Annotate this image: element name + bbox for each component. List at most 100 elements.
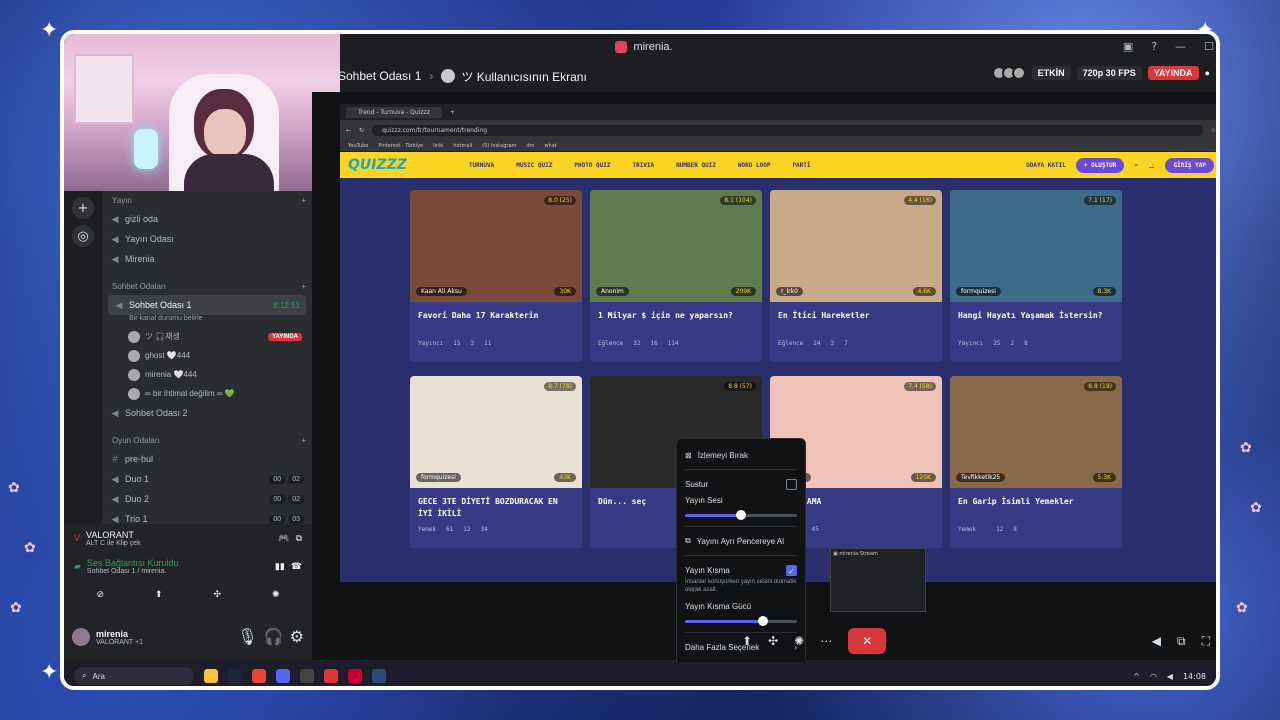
share-screen-icon[interactable]: ⬆ (155, 589, 163, 600)
taskbar-search[interactable]: ⌕ Ara (74, 667, 194, 685)
valorant-icon[interactable] (348, 669, 362, 683)
login-button[interactable]: GİRİŞ YAP (1165, 157, 1214, 173)
participant-avatars[interactable] (991, 66, 1026, 80)
headphones-icon[interactable]: 🎧 (264, 627, 284, 647)
url-field[interactable]: quizzz.com/tr/tournament/trending (372, 124, 1203, 136)
browser-tab[interactable]: Trend - Turnuva - Quizzz (346, 106, 442, 118)
star-icon[interactable]: ☆ (1211, 127, 1216, 134)
maximize-button[interactable]: ☐ (1204, 40, 1214, 53)
nav-item[interactable]: NUMBER QUIZ (676, 162, 716, 169)
stream-volume-slider[interactable] (685, 510, 797, 520)
activity-badge[interactable]: ETKİN (1031, 66, 1071, 80)
file-explorer-icon[interactable] (204, 669, 218, 683)
reload-icon[interactable]: ↻ (359, 127, 364, 134)
app-icon[interactable] (324, 669, 338, 683)
category-chat[interactable]: Sohbet Odaları + (102, 277, 312, 295)
discover-icon[interactable]: ◎ (72, 225, 94, 247)
minimize-button[interactable]: — (1175, 40, 1186, 53)
obs-icon[interactable] (300, 669, 314, 683)
user-info[interactable]: mirenia VALORANT +1 (96, 629, 143, 646)
bookmark-item[interactable]: (0) Instagram (482, 143, 516, 149)
fullscreen-icon[interactable]: ⛶ (1202, 634, 1210, 649)
wifi-icon[interactable]: ◠ (1150, 672, 1157, 681)
voice-user[interactable]: ghost 🤍444 (102, 346, 312, 365)
mic-icon[interactable]: 🎙 (237, 627, 257, 647)
inbox-icon[interactable]: ▣ (1123, 40, 1133, 53)
category-stream[interactable]: Yayın + (102, 191, 312, 209)
nav-item[interactable]: PARTİ (792, 162, 810, 169)
add-server-button[interactable]: + (72, 197, 94, 219)
voice-connection[interactable]: ▰ Ses Bağlantısı Kuruldu Sohbet Odası 1 … (64, 552, 312, 580)
steam-icon[interactable] (228, 669, 242, 683)
create-button[interactable]: + OLUŞTUR (1075, 157, 1125, 173)
bookmark-item[interactable]: what (544, 143, 556, 149)
channel-item[interactable]: ◀ Yayın Odası (102, 229, 312, 249)
chat-icon[interactable]: ● (1205, 68, 1210, 78)
channel-item[interactable]: ◀ Duo 2 00 02 (102, 489, 312, 509)
quiz-card[interactable]: 8.7 (78) formquizesi 43K GECE 3TE DİYETİ BO… (410, 376, 582, 548)
mute-item[interactable]: Sustur (685, 476, 797, 492)
nav-item[interactable]: MUSIC QUIZ (516, 162, 552, 169)
voice-user[interactable]: ツ 🎧재생 YAYINDA (102, 327, 312, 346)
popout-item[interactable]: ⧉ Yayını Ayrı Pencereye Al (685, 533, 797, 549)
quiz-card[interactable]: 4.4 (16) r_lrk0 4.6K En İtici Hareketler Eğl… (770, 190, 942, 362)
quiz-card[interactable]: 8.1 (104) Anonim 209K 1 Milyar $ için ne ya… (590, 190, 762, 362)
leave-call-button[interactable]: ✕ (848, 628, 887, 654)
share-screen-icon[interactable]: ⬆ (742, 634, 752, 648)
bookmark-item[interactable]: Pinterest · Türkiye (378, 143, 423, 149)
channel-item-active[interactable]: ◀ Sohbet Odası 1 8:12:51 (108, 295, 306, 315)
more-icon[interactable]: ⋯ (820, 634, 832, 648)
quiz-logo[interactable]: QUIZZZ (348, 157, 407, 173)
back-icon[interactable]: ← (346, 127, 351, 134)
nav-item[interactable]: TRIVIA (632, 162, 654, 169)
camera-off-icon[interactable]: ⊘ (96, 589, 104, 600)
slider-handle[interactable] (736, 510, 746, 520)
controller-icon[interactable]: 🎮 (278, 533, 289, 544)
quiz-card[interactable]: 7.1 (17) formquizesi 8.3K Hangi Hayatı Yaşa… (950, 190, 1122, 362)
chrome-icon[interactable] (252, 669, 266, 683)
quiz-card[interactable]: 8.8 (19) Tevfikketik25 5.3K En Garip İsimli… (950, 376, 1122, 548)
soundboard-icon[interactable]: ✺ (794, 634, 804, 648)
steam-icon[interactable] (372, 669, 386, 683)
popout-icon[interactable]: ⧉ (1177, 634, 1186, 649)
screen-icon[interactable]: ⧉ (296, 533, 302, 544)
channel-item[interactable]: # pre-bul (102, 449, 312, 469)
category-game[interactable]: Oyun Odaları + (102, 431, 312, 449)
bookmark-item[interactable]: YouTube (348, 143, 368, 149)
new-tab-icon[interactable]: + (450, 109, 455, 116)
nav-item[interactable]: PHOTO QUIZ (574, 162, 610, 169)
noise-icon[interactable]: ▮▮ (275, 561, 285, 572)
discord-icon[interactable] (276, 669, 290, 683)
channel-item[interactable]: ◀ Duo 1 00 02 (102, 469, 312, 489)
avatar[interactable] (72, 628, 90, 646)
help-icon[interactable]: ? (1151, 40, 1157, 53)
soundboard-icon[interactable]: ✺ (272, 589, 280, 600)
stream-preview-thumbnail[interactable]: ▣ mirenia Stream (830, 548, 926, 612)
add-channel-icon[interactable]: + (301, 436, 306, 445)
chevron-up-icon[interactable]: ^ (1133, 672, 1140, 681)
stop-watching-item[interactable]: ⊠ İzlemeyi Bırak (685, 447, 797, 463)
join-room-button[interactable]: ODAYA KATIL (1026, 162, 1066, 169)
channel-item[interactable]: ◀ gizli oda (102, 209, 312, 229)
bookmark-item[interactable]: hotmail (453, 143, 472, 149)
speaker-icon[interactable]: ◀ (1167, 672, 1173, 681)
channel-status[interactable]: Bir kanal durumu belirle (102, 315, 312, 327)
bookmark-item[interactable]: dm (526, 143, 534, 149)
activities-icon[interactable]: ✣ (768, 634, 778, 648)
nav-item[interactable]: WORD LOOP (738, 162, 771, 169)
add-channel-icon[interactable]: + (301, 196, 306, 205)
settings-icon[interactable]: ⚙ (290, 627, 304, 647)
add-channel-icon[interactable]: + (301, 282, 306, 291)
channel-item[interactable]: ◀ Sohbet Odası 2 (102, 403, 312, 423)
attenuation-checkbox[interactable]: ✓ (786, 564, 797, 576)
activities-icon[interactable]: ✣ (213, 589, 221, 600)
voice-channel-name[interactable]: Sohbet Odası 1 (338, 69, 421, 83)
search-icon[interactable]: ⌕ (1134, 162, 1138, 169)
voice-user[interactable]: ∞ bir ihtimal değilim ∞ 💚 (102, 384, 312, 403)
nav-item[interactable]: TURNUVA (469, 162, 494, 169)
game-activity[interactable]: V VALORANT ALT C ile Klip çek 🎮 ⧉ (64, 524, 312, 552)
volume-icon[interactable]: ◀ (1152, 634, 1161, 649)
attenuation-item[interactable]: Yayın Kısma ✓ (685, 562, 797, 578)
disconnect-icon[interactable]: ☎ (291, 561, 302, 572)
mute-checkbox[interactable] (786, 478, 797, 490)
